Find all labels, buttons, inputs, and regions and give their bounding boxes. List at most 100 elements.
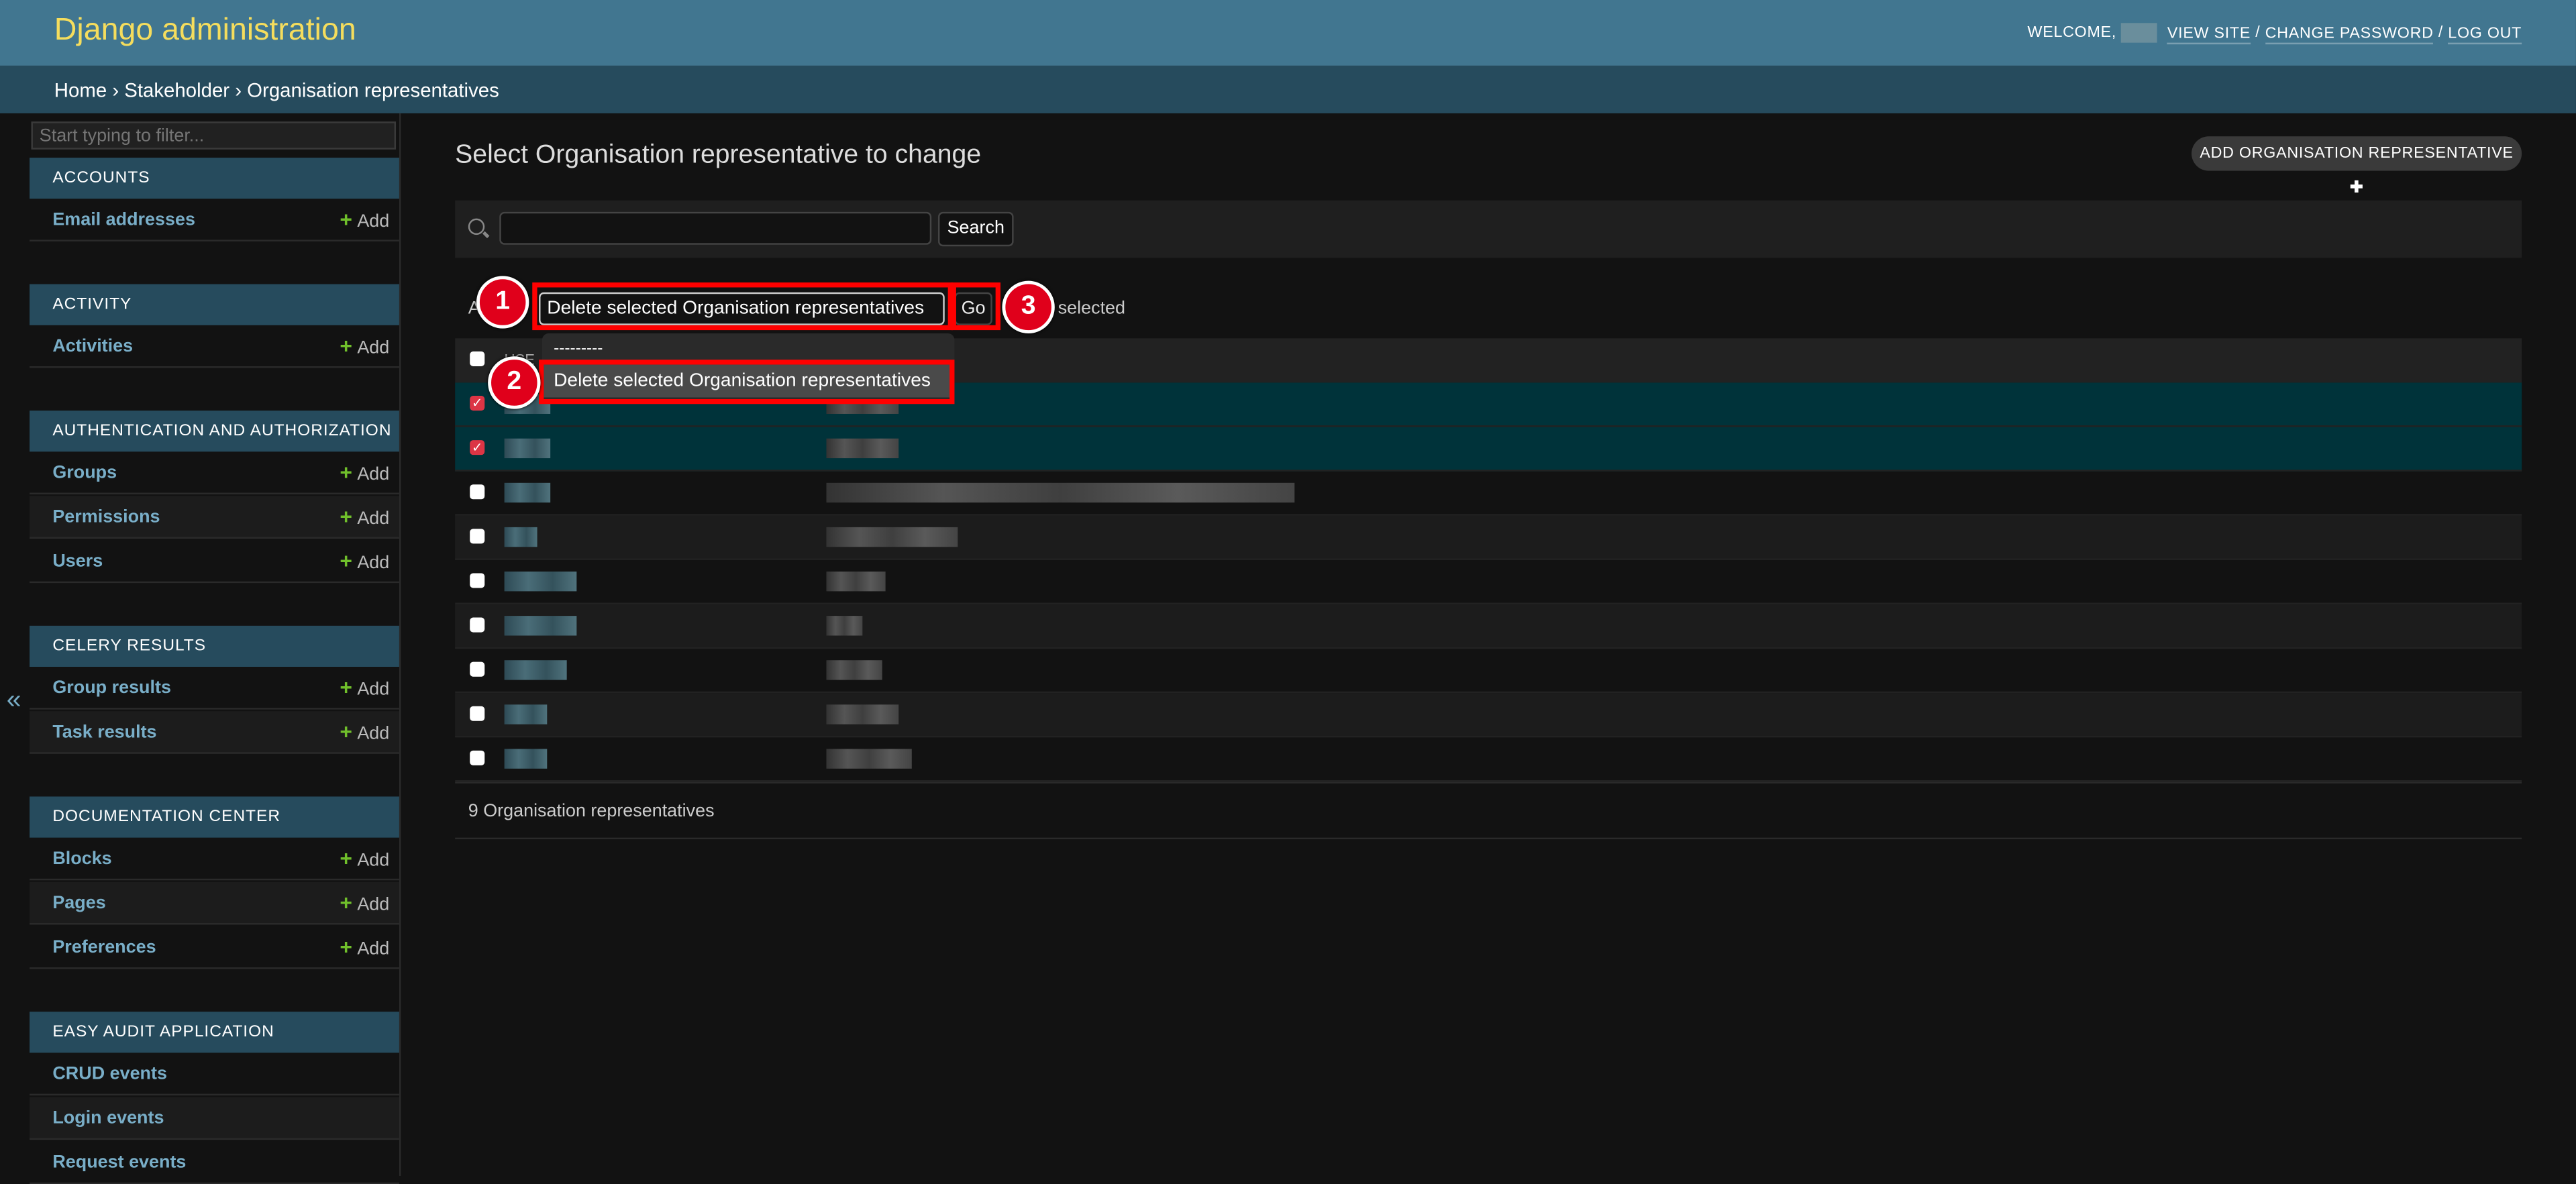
table-row[interactable] — [455, 693, 2522, 738]
annotation-badge-3: 3 — [1002, 280, 1055, 334]
dropdown-option-empty[interactable]: --------- — [554, 340, 603, 358]
site-title[interactable]: Django administration — [54, 13, 356, 50]
redacted-cell[interactable] — [504, 616, 577, 636]
sidebar-filter-input[interactable] — [31, 121, 397, 150]
redacted-cell[interactable] — [504, 704, 548, 724]
sidebar-item: Pages + Add — [30, 881, 399, 926]
row-checkbox[interactable] — [470, 529, 485, 544]
welcome-text: WELCOME, — [2027, 23, 2117, 42]
redacted-cell — [826, 749, 912, 769]
breadcrumb: Home › Stakeholder › Organisation repres… — [0, 65, 2576, 113]
sidebar-section-header[interactable]: ACTIVITY — [30, 284, 399, 325]
sidebar-add-link[interactable]: + Add — [340, 451, 389, 496]
row-checkbox[interactable] — [470, 573, 485, 588]
sidebar-item-link[interactable]: Permissions — [52, 496, 160, 539]
username-redacted — [2121, 23, 2158, 43]
add-organisation-representative-button[interactable]: ADD ORGANISATION REPRESENTATIVE ✚ — [2192, 136, 2522, 197]
plus-icon: + — [340, 333, 352, 358]
sidebar-add-link[interactable]: + Add — [340, 926, 389, 971]
row-checkbox[interactable]: ✓ — [470, 396, 485, 411]
sidebar-item-link[interactable]: Groups — [52, 451, 117, 494]
redacted-cell — [826, 572, 886, 592]
sidebar-item-link[interactable]: Task results — [52, 711, 156, 754]
sidebar-item-link[interactable]: Activities — [52, 325, 133, 368]
sidebar-item: Preferences + Add — [30, 926, 399, 969]
sidebar-add-link[interactable]: + Add — [340, 199, 389, 243]
sidebar-section-header[interactable]: EASY AUDIT APPLICATION — [30, 1012, 399, 1053]
sidebar-item-link[interactable]: CRUD events — [52, 1053, 167, 1095]
table-row[interactable] — [455, 560, 2522, 604]
sidebar: ACCOUNTSEmail addresses+AddACTIVITYActiv… — [30, 113, 401, 1184]
row-checkbox[interactable] — [470, 706, 485, 721]
sidebar-item-link[interactable]: Group results — [52, 667, 171, 710]
change-password-link[interactable]: CHANGE PASSWORD — [2265, 23, 2434, 44]
annotation-box-go — [951, 282, 1001, 331]
plus-icon: ✚ — [2349, 178, 2364, 197]
sidebar-add-link[interactable]: + Add — [340, 838, 389, 882]
redacted-cell — [826, 527, 958, 547]
sidebar-item: Users + Add — [30, 540, 399, 584]
table-row[interactable]: ✓ — [455, 427, 2522, 472]
redacted-cell[interactable] — [504, 482, 551, 503]
sidebar-item-link[interactable]: Preferences — [52, 926, 156, 969]
redacted-cell[interactable] — [504, 438, 551, 459]
table-row[interactable] — [455, 515, 2522, 560]
sidebar-item-link[interactable]: Pages — [52, 882, 105, 925]
logout-link[interactable]: LOG OUT — [2448, 23, 2522, 44]
sidebar-add-link[interactable]: + Add — [340, 325, 389, 370]
collapse-sidebar-button[interactable]: « — [7, 686, 21, 716]
sidebar-item-link[interactable]: Blocks — [52, 838, 111, 881]
sidebar-item: Login events — [30, 1097, 399, 1140]
sidebar-item-link[interactable]: Request events — [52, 1142, 186, 1184]
sidebar-item: Request events — [30, 1142, 399, 1184]
plus-icon: + — [340, 934, 352, 959]
plus-icon: + — [340, 548, 352, 574]
sidebar-section-header[interactable]: AUTHENTICATION AND AUTHORIZATION — [30, 411, 399, 452]
sidebar-item-link[interactable]: Login events — [52, 1097, 164, 1140]
sidebar-section-header[interactable]: DOCUMENTATION CENTER — [30, 796, 399, 838]
sidebar-item: Permissions + Add — [30, 496, 399, 539]
redacted-cell — [826, 438, 899, 459]
table-row[interactable] — [455, 604, 2522, 649]
sidebar-item: Blocks + Add — [30, 838, 399, 881]
redacted-cell[interactable] — [504, 660, 567, 680]
plus-icon: + — [340, 890, 352, 915]
view-site-link[interactable]: VIEW SITE — [2167, 23, 2251, 44]
table-row[interactable] — [455, 472, 2522, 516]
select-all-checkbox[interactable] — [470, 351, 485, 366]
table-row[interactable] — [455, 649, 2522, 694]
row-checkbox[interactable] — [470, 661, 485, 677]
annotation-badge-2: 2 — [488, 356, 541, 409]
sidebar-section-header[interactable]: CELERY RESULTS — [30, 625, 399, 667]
redacted-cell — [826, 660, 882, 680]
plus-icon: + — [340, 845, 352, 871]
sidebar-item-link[interactable]: Users — [52, 540, 103, 583]
sidebar-add-link[interactable]: + Add — [340, 496, 389, 540]
sidebar-add-link[interactable]: + Add — [340, 667, 389, 711]
row-checkbox[interactable] — [470, 484, 485, 500]
sidebar-add-link[interactable]: + Add — [340, 882, 389, 926]
search-input[interactable] — [499, 211, 932, 245]
plus-icon: + — [340, 719, 352, 745]
sidebar-add-link[interactable]: + Add — [340, 540, 389, 584]
table-row[interactable] — [455, 737, 2522, 782]
redacted-cell[interactable] — [504, 527, 537, 547]
plus-icon: + — [340, 504, 352, 529]
sidebar-add-link[interactable]: + Add — [340, 711, 389, 755]
redacted-cell — [826, 704, 899, 724]
row-checkbox[interactable]: ✓ — [470, 440, 485, 455]
page-title: Select Organisation representative to ch… — [455, 141, 982, 170]
redacted-cell[interactable] — [504, 749, 548, 769]
annotation-box-option — [539, 360, 955, 405]
redacted-cell[interactable] — [504, 572, 577, 592]
row-checkbox[interactable] — [470, 617, 485, 633]
search-button[interactable]: Search — [937, 211, 1014, 247]
sidebar-section-header[interactable]: ACCOUNTS — [30, 158, 399, 199]
selection-counter: selected — [1058, 299, 1126, 319]
sidebar-item: Task results + Add — [30, 711, 399, 754]
header: Django administration WELCOME, VIEW SITE… — [0, 0, 2576, 66]
sidebar-item: Groups + Add — [30, 451, 399, 494]
search-icon — [468, 218, 485, 235]
row-checkbox[interactable] — [470, 750, 485, 765]
sidebar-item-link[interactable]: Email addresses — [52, 199, 195, 241]
